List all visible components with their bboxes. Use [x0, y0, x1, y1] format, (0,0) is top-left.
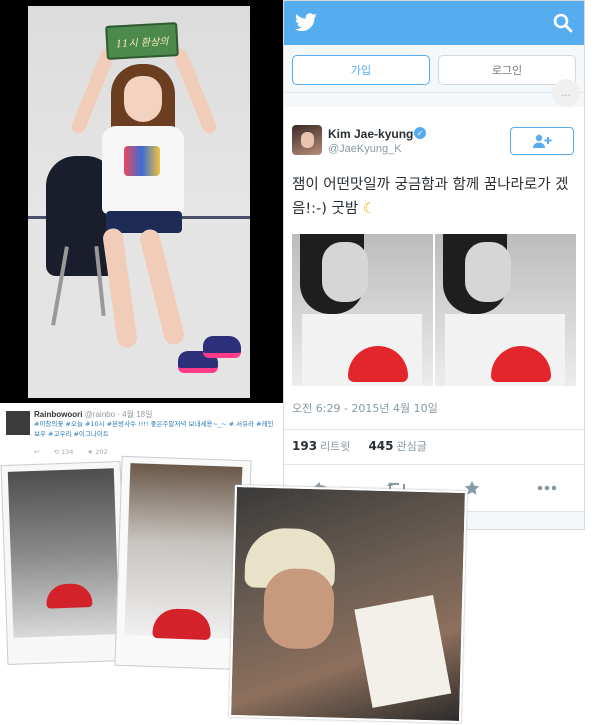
sign-card: 11시 환상의 [105, 22, 179, 60]
retweet-count: 134 [60, 448, 74, 456]
login-button[interactable]: 로그인 [438, 55, 576, 85]
photo-girl-with-sign: 11시 환상의 [28, 6, 250, 398]
twitter-mobile-card: 가입 로그인 ... Kim Jae-kyung ✓ @JaeKyung_K 잼… [283, 0, 585, 530]
paper-note [354, 594, 452, 708]
moon-emoji-icon: ☾ [362, 201, 376, 217]
face [322, 242, 368, 302]
favorite-count: 202 [95, 448, 108, 456]
tweet-text: 잼이 어떤맛일까 궁금함과 함께 꿈나라로가 겠음!:-) 굿밤 ☾ [292, 173, 572, 221]
like-label: 관심글 [396, 440, 427, 453]
tweet-photo[interactable] [435, 234, 576, 386]
twitter-bird-icon[interactable] [294, 12, 318, 34]
divider [284, 429, 584, 430]
mini-tweet-author[interactable]: Rainbowoori [34, 410, 82, 419]
mini-tweet: Rainbowoori @rainbo · 4월 18일 #이창의꽃 #오늘 #… [0, 403, 283, 463]
signup-button[interactable]: 가입 [292, 55, 430, 85]
add-user-icon [533, 134, 552, 148]
tweet-media[interactable] [292, 234, 576, 386]
arm [69, 46, 117, 136]
selfie-photo [229, 485, 467, 723]
avatar[interactable] [292, 125, 322, 155]
mini-tweet-meta: @rainbo · 4월 18일 [84, 410, 153, 419]
tweet-author-name[interactable]: Kim Jae-kyung [328, 127, 413, 141]
top-photo-panel: 11시 환상의 [0, 0, 283, 403]
search-icon[interactable] [552, 12, 574, 34]
face [465, 242, 511, 302]
like-count: 445 [368, 439, 394, 453]
polaroid-photo [0, 460, 128, 666]
tweet-timestamp[interactable]: 오전 6:29 - 2015년 4월 10일 [292, 400, 438, 416]
more-bubble[interactable]: ... [552, 79, 580, 107]
shirt-print [124, 146, 160, 176]
tweet-photo[interactable] [292, 234, 433, 386]
divider [284, 464, 584, 465]
retweet-action[interactable]: ⟲ 134 [53, 448, 73, 456]
sign-text: 11시 환상의 [115, 36, 169, 50]
auth-row: 가입 로그인 [284, 45, 584, 93]
twitter-topbar [284, 1, 584, 45]
more-icon[interactable] [532, 475, 562, 501]
verified-badge-icon: ✓ [414, 127, 426, 139]
favorite-action[interactable]: ★ 202 [87, 448, 107, 456]
arm [171, 46, 219, 136]
mini-tweet-body: #이창의꽃 #오늘 #10시 #본방사수 !!!! 좋은주말저녁 보내세용~_~… [34, 420, 274, 438]
avatar[interactable] [6, 411, 30, 435]
face [124, 76, 162, 122]
photo-image [7, 468, 120, 638]
retweet-label: 리트윗 [320, 440, 351, 453]
tweet-author-handle[interactable]: @JaeKyung_K [328, 143, 402, 155]
like-stat[interactable]: 445 관심글 [368, 438, 426, 454]
spacer [284, 93, 584, 107]
follow-button[interactable] [510, 127, 574, 155]
retweet-count: 193 [292, 439, 318, 453]
tweet-text-body: 잼이 어떤맛일까 궁금함과 함께 꿈나라로가 겠음!:-) 굿밤 [292, 177, 569, 217]
tweet-stats: 193 리트윗 445 관심글 [292, 438, 427, 454]
shoe [203, 336, 241, 358]
face [262, 567, 335, 650]
mini-tweet-actions: ↩ ⟲ 134 ★ 202 [34, 448, 108, 456]
reply-icon[interactable]: ↩ [34, 448, 39, 456]
retweet-stat[interactable]: 193 리트윗 [292, 438, 350, 454]
